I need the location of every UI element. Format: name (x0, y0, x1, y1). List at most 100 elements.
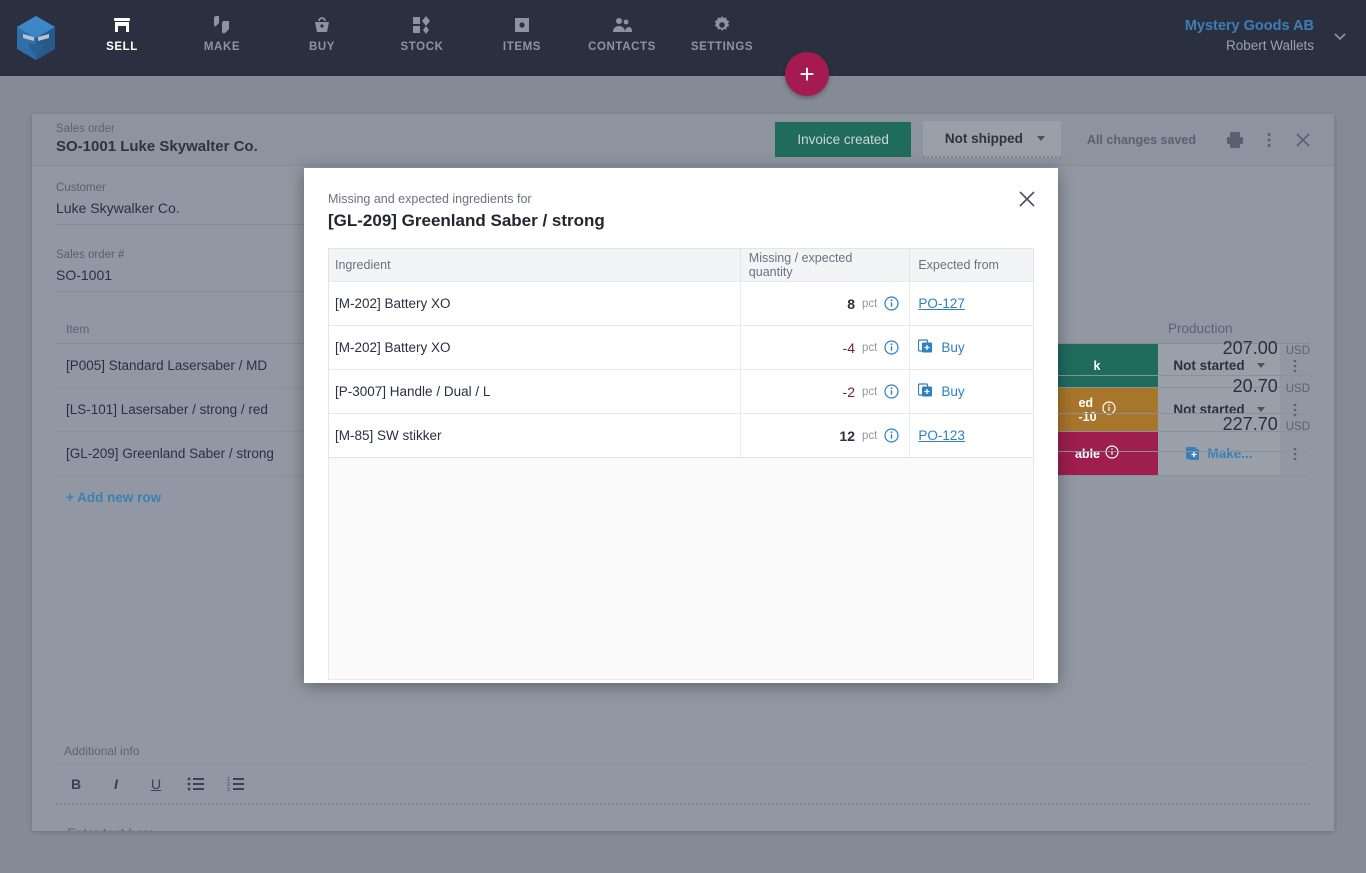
people-icon (611, 14, 633, 36)
column-header-production: Production (1168, 321, 1233, 336)
info-icon[interactable] (884, 296, 899, 311)
buy-button[interactable]: Buy (918, 382, 965, 401)
user-display-name: Robert Wallets (1225, 38, 1314, 53)
total-currency: USD (1285, 345, 1310, 357)
numbered-list-icon[interactable]: 1 2 3 (216, 771, 256, 797)
nav-label-stock: STOCK (400, 41, 444, 53)
nav-item-contacts[interactable]: CONTACTS (572, 14, 672, 53)
shipping-status-label: Not shipped (944, 131, 1023, 146)
bold-icon[interactable]: B (56, 771, 96, 797)
quantity-cell: -4 pct (739, 326, 910, 369)
total-value: 20.70 (1232, 376, 1278, 396)
info-icon[interactable] (884, 340, 899, 355)
additional-info-section: Additional info B I U 1 2 3 (56, 738, 1310, 831)
ingredient-name: [M-85] SW stikker (335, 428, 442, 443)
info-icon[interactable] (884, 384, 899, 399)
buy-button[interactable]: Buy (918, 338, 965, 357)
purchase-order-link[interactable]: PO-127 (918, 296, 965, 311)
table-row[interactable]: [M-85] SW stikker 12 pct PO-123 (329, 413, 1033, 457)
ingredients-table: Ingredient Missing / expected quantity E… (328, 248, 1034, 458)
total-currency: USD (1285, 421, 1310, 433)
quantity-value: 8 (847, 295, 855, 312)
column-header-ingredient: Ingredient (335, 258, 391, 272)
gear-icon (712, 14, 732, 36)
buy-label: Buy (941, 340, 965, 355)
sales-order-kicker: Sales order (56, 123, 115, 135)
chevron-down-icon[interactable] (1332, 28, 1348, 44)
additional-info-input[interactable]: Enter text here (56, 805, 1310, 832)
quantity-value: 12 (839, 427, 855, 444)
ingredient-name: [P-3007] Handle / Dual / L (335, 384, 491, 399)
nav-item-stock[interactable]: STOCK (372, 14, 472, 53)
ingredients-table-empty-area (328, 458, 1034, 680)
total-value: 227.70 (1222, 414, 1278, 434)
nav-items: SELL MAKE BUY STOCK ITEMS CONTACTS SETTI… (72, 0, 772, 76)
expected-from-cell: PO-127 (909, 282, 1033, 325)
nav-label-sell: SELL (106, 41, 138, 53)
buy-label: Buy (941, 384, 965, 399)
ingredients-table-header: Ingredient Missing / expected quantity E… (329, 249, 1033, 281)
hands-make-icon (211, 14, 233, 36)
column-header-expected-from: Expected from (909, 249, 1033, 281)
nav-item-buy[interactable]: BUY (272, 14, 372, 53)
underline-icon[interactable]: U (136, 771, 176, 797)
item-box-icon (512, 14, 532, 36)
quantity-unit: pct (862, 429, 878, 442)
bullet-list-icon[interactable] (176, 771, 216, 797)
mystery-goods-logo-icon (14, 14, 58, 62)
svg-text:3: 3 (227, 787, 230, 791)
close-icon[interactable] (1286, 123, 1320, 157)
store-icon (112, 14, 132, 36)
quantity-cell: -2 pct (739, 370, 910, 413)
nav-label-make: MAKE (203, 41, 241, 53)
total-currency: USD (1285, 383, 1310, 395)
table-row[interactable]: [M-202] Battery XO -4 pct Buy (329, 325, 1033, 369)
quantity-value: -2 (842, 383, 855, 400)
nav-item-settings[interactable]: SETTINGS (672, 14, 772, 53)
ingredient-name: [M-202] Battery XO (335, 340, 451, 355)
nav-item-sell[interactable]: SELL (72, 14, 172, 53)
quantity-cell: 8 pct (739, 282, 910, 325)
buy-icon (918, 338, 933, 357)
quantity-unit: pct (862, 385, 878, 398)
boxes-icon (411, 14, 433, 36)
close-icon[interactable] (1014, 186, 1040, 212)
rich-text-toolbar: B I U 1 2 3 (56, 765, 1310, 805)
purchase-order-link[interactable]: PO-123 (918, 428, 965, 443)
quantity-unit: pct (862, 341, 878, 354)
table-row[interactable]: [P-3007] Handle / Dual / L -2 pct Buy (329, 369, 1033, 413)
nav-item-make[interactable]: MAKE (172, 14, 272, 53)
nav-label-buy: BUY (308, 41, 336, 53)
basket-icon (312, 14, 332, 36)
expected-from-cell: Buy (909, 326, 1033, 369)
quantity-unit: pct (862, 297, 878, 310)
nav-label-items: ITEMS (502, 41, 542, 53)
total-value: 207.00 (1222, 338, 1278, 358)
nav-label-contacts: CONTACTS (588, 41, 656, 53)
shipping-status-dropdown[interactable]: Not shipped (922, 121, 1061, 158)
save-status-text: All changes saved (1086, 132, 1196, 147)
add-button[interactable]: + (785, 52, 829, 96)
nav-label-settings: SETTINGS (690, 41, 754, 53)
invoice-status-button[interactable]: Invoice created (775, 122, 911, 157)
print-icon[interactable] (1218, 123, 1252, 157)
missing-ingredients-modal: Missing and expected ingredients for [GL… (304, 168, 1058, 683)
sales-order-header: Sales order SO-1001 Luke Skywalter Co. I… (32, 114, 1334, 166)
additional-info-label: Additional info (56, 738, 1310, 765)
user-menu[interactable]: Mystery Goods AB Robert Wallets (1185, 16, 1314, 55)
quantity-cell: 12 pct (739, 414, 910, 457)
nav-item-items[interactable]: ITEMS (472, 14, 572, 53)
chevron-down-icon (1036, 136, 1045, 141)
kebab-menu-icon[interactable] (1252, 123, 1286, 157)
info-icon[interactable] (884, 428, 899, 443)
modal-kicker: Missing and expected ingredients for (328, 192, 532, 206)
ingredient-name: [M-202] Battery XO (335, 296, 451, 311)
italic-icon[interactable]: I (96, 771, 136, 797)
page-title: SO-1001 Luke Skywalter Co. (56, 138, 258, 155)
table-row[interactable]: [M-202] Battery XO 8 pct PO-127 (329, 281, 1033, 325)
quantity-value: -4 (842, 339, 855, 356)
column-header-quantity: Missing / expected quantity (739, 249, 910, 281)
app-logo[interactable] (0, 0, 72, 76)
sales-order-title-block: Sales order SO-1001 Luke Skywalter Co. (56, 122, 258, 157)
user-company-name: Mystery Goods AB (1184, 18, 1314, 34)
